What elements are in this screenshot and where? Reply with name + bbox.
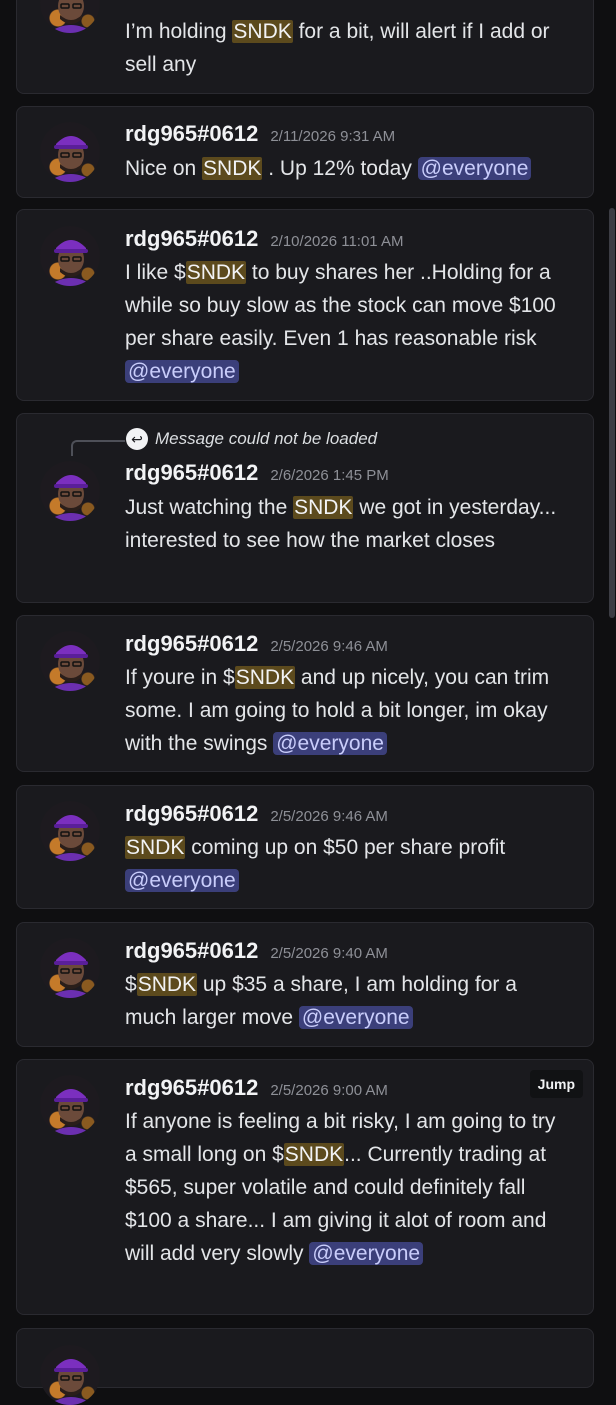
message-text: . Up 12% today — [262, 157, 418, 180]
avatar-image — [48, 815, 94, 861]
message-text: If youre in $ — [125, 666, 235, 689]
avatar-image — [48, 0, 94, 33]
ticker-highlight: SNDK — [293, 496, 354, 519]
username[interactable]: rdg965#0612 — [125, 226, 258, 252]
avatar[interactable] — [40, 938, 100, 998]
ticker-highlight: SNDK — [202, 157, 263, 180]
timestamp: 2/5/2026 9:46 AM — [270, 638, 388, 655]
message-text: Nice on — [125, 157, 203, 180]
timestamp: 2/5/2026 9:00 AM — [270, 1082, 388, 1099]
message-text: I’m holding — [125, 20, 233, 43]
reply-icon: ↩ — [126, 428, 148, 450]
message-card[interactable]: I’m holding SNDK for a bit, will alert i… — [16, 0, 594, 94]
scrollbar-thumb[interactable] — [609, 208, 615, 618]
message-card[interactable]: rdg965#0612 2/5/2026 9:46 AM SNDK coming… — [16, 785, 594, 909]
avatar[interactable] — [40, 226, 100, 286]
message-body: I’m holding SNDK for a bit, will alert i… — [125, 15, 570, 81]
jump-button[interactable]: Jump — [529, 1070, 583, 1098]
message-text: coming up on $50 per share profit — [185, 836, 506, 859]
message-text: I like $ — [125, 261, 186, 284]
message-card[interactable]: rdg965#0612 2/5/2026 9:00 AM Jump If any… — [16, 1059, 594, 1315]
avatar-image — [48, 1359, 94, 1405]
avatar[interactable] — [40, 461, 100, 521]
avatar[interactable] — [40, 1345, 100, 1405]
avatar-image — [48, 952, 94, 998]
avatar-image — [48, 136, 94, 182]
reply-preview[interactable]: Message could not be loaded — [155, 429, 377, 449]
message-body: I like $SNDK to buy shares her ..Holding… — [125, 256, 570, 388]
avatar[interactable] — [40, 122, 100, 182]
message-card[interactable]: rdg965#0612 2/11/2026 9:31 AM Nice on SN… — [16, 106, 594, 198]
message-body: Just watching the SNDK we got in yesterd… — [125, 491, 570, 557]
message-body: Nice on SNDK . Up 12% today @everyone — [125, 152, 570, 185]
username[interactable]: rdg965#0612 — [125, 121, 258, 147]
timestamp: 2/11/2026 9:31 AM — [270, 128, 396, 145]
avatar-image — [48, 475, 94, 521]
message-body: If youre in $SNDK and up nicely, you can… — [125, 661, 570, 760]
timestamp: 2/5/2026 9:40 AM — [270, 945, 388, 962]
reply-connector — [71, 440, 125, 456]
avatar[interactable] — [40, 801, 100, 861]
timestamp: 2/5/2026 9:46 AM — [270, 808, 388, 825]
avatar[interactable] — [40, 631, 100, 691]
message-card[interactable]: ↩ Message could not be loaded rdg965#061… — [16, 413, 594, 603]
message-card[interactable]: rdg965#0612 2/10/2026 11:01 AM I like $S… — [16, 209, 594, 401]
ticker-highlight: SNDK — [185, 261, 247, 284]
timestamp: 2/10/2026 11:01 AM — [270, 233, 404, 250]
message-body: If anyone is feeling a bit risky, I am g… — [125, 1105, 570, 1270]
message-card[interactable] — [16, 1328, 594, 1405]
avatar-image — [48, 1089, 94, 1135]
username[interactable]: rdg965#0612 — [125, 631, 258, 657]
message-card[interactable]: rdg965#0612 2/5/2026 9:40 AM $SNDK up $3… — [16, 922, 594, 1047]
username[interactable]: rdg965#0612 — [125, 938, 258, 964]
ticker-highlight: SNDK — [234, 666, 296, 689]
message-body: SNDK coming up on $50 per share profit @… — [125, 831, 570, 897]
ticker-highlight: SNDK — [232, 20, 293, 43]
message-card[interactable]: rdg965#0612 2/5/2026 9:46 AM If youre in… — [16, 615, 594, 772]
mention-everyone[interactable]: @everyone — [298, 1006, 413, 1029]
mention-everyone[interactable]: @everyone — [417, 157, 532, 180]
mention-everyone[interactable]: @everyone — [273, 732, 387, 755]
username[interactable]: rdg965#0612 — [125, 460, 258, 486]
avatar-image — [48, 240, 94, 286]
message-text: $ — [125, 973, 137, 996]
username[interactable]: rdg965#0612 — [125, 801, 258, 827]
mention-everyone[interactable]: @everyone — [125, 869, 239, 892]
username[interactable]: rdg965#0612 — [125, 1075, 258, 1101]
message-body: $SNDK up $35 a share, I am holding for a… — [125, 968, 570, 1034]
mention-everyone[interactable]: @everyone — [309, 1242, 424, 1265]
avatar[interactable] — [40, 0, 100, 33]
ticker-highlight: SNDK — [283, 1143, 345, 1166]
message-text: Just watching the — [125, 496, 294, 519]
ticker-highlight: SNDK — [136, 973, 198, 996]
timestamp: 2/6/2026 1:45 PM — [270, 467, 389, 484]
avatar-image — [48, 645, 94, 691]
avatar[interactable] — [40, 1075, 100, 1135]
ticker-highlight: SNDK — [125, 836, 186, 859]
mention-everyone[interactable]: @everyone — [125, 360, 239, 383]
